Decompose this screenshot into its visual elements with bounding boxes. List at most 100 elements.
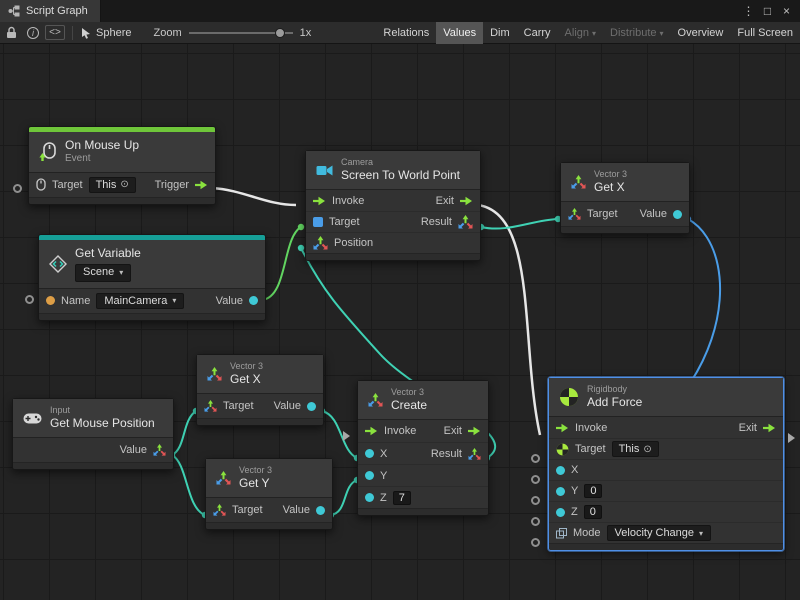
node-kind: Vector 3 bbox=[239, 465, 272, 476]
port-y[interactable] bbox=[556, 487, 565, 496]
port-z[interactable] bbox=[556, 508, 565, 517]
node-header[interactable]: Get Variable Scene ▾ bbox=[39, 240, 265, 288]
lock-button[interactable] bbox=[0, 22, 22, 44]
mode-dropdown[interactable]: Velocity Change ▾ bbox=[607, 525, 712, 541]
full-screen-button[interactable]: Full Screen bbox=[730, 22, 800, 44]
carry-button[interactable]: Carry bbox=[517, 22, 558, 44]
node-header[interactable]: On Mouse Up Event bbox=[29, 132, 215, 172]
flow-out-icon[interactable] bbox=[468, 426, 481, 436]
port-z[interactable] bbox=[365, 493, 374, 502]
node-subtitle: Event bbox=[65, 153, 139, 166]
flow-port-icon[interactable] bbox=[195, 180, 208, 190]
distribute-button[interactable]: Distribute ▾ bbox=[603, 22, 670, 44]
values-button[interactable]: Values bbox=[436, 22, 483, 44]
flow-out-icon[interactable] bbox=[763, 423, 776, 433]
node-header[interactable]: Vector 3 Get X bbox=[561, 163, 689, 201]
selected-object[interactable]: Sphere bbox=[79, 27, 139, 39]
value-label: Value bbox=[274, 400, 301, 412]
flow-in-icon[interactable] bbox=[365, 426, 378, 436]
port-addforce-exit-out[interactable] bbox=[788, 433, 795, 443]
port-addforce-mode-in[interactable] bbox=[531, 538, 540, 547]
vector3-icon[interactable] bbox=[313, 236, 328, 250]
port-addforce-y-in[interactable] bbox=[531, 496, 540, 505]
node-create-vector3[interactable]: Vector 3 Create Invoke Exit X Result bbox=[357, 380, 489, 516]
port-name[interactable] bbox=[46, 296, 55, 305]
window-menu-button[interactable]: ⋮ bbox=[740, 0, 757, 22]
mode-icon[interactable] bbox=[556, 528, 567, 539]
port-getvariable-input[interactable] bbox=[25, 295, 34, 304]
node-kind: Camera bbox=[341, 157, 460, 168]
window-close-button[interactable]: × bbox=[778, 0, 795, 22]
node-get-x-mid[interactable]: Vector 3 Get X Target Value bbox=[196, 354, 324, 426]
y-value-field[interactable]: 0 bbox=[584, 484, 602, 498]
node-footer bbox=[13, 462, 173, 469]
graph-toolbar: i <> Sphere Zoom 1x Relations Values Dim… bbox=[0, 22, 800, 44]
relations-button[interactable]: Relations bbox=[376, 22, 436, 44]
node-header[interactable]: Rigidbody Add Force bbox=[549, 378, 783, 416]
zoom-slider-handle[interactable] bbox=[275, 28, 285, 38]
info-button[interactable]: i bbox=[22, 22, 44, 44]
vector3-icon bbox=[216, 471, 231, 485]
node-get-x-top[interactable]: Vector 3 Get X Target Value bbox=[560, 162, 690, 234]
code-view-button[interactable]: <> bbox=[44, 22, 66, 44]
value-label: Value bbox=[120, 444, 147, 456]
align-button[interactable]: Align ▾ bbox=[558, 22, 603, 44]
rigidbody-port-icon[interactable] bbox=[556, 443, 569, 456]
node-get-mouse-position[interactable]: Input Get Mouse Position Value bbox=[12, 398, 174, 470]
chevron-down-icon: ▾ bbox=[592, 29, 596, 38]
port-x[interactable] bbox=[365, 449, 374, 458]
port-value[interactable] bbox=[307, 402, 316, 411]
variable-name-dropdown[interactable]: MainCamera ▾ bbox=[96, 293, 184, 309]
y-label: Y bbox=[380, 470, 387, 482]
overview-button[interactable]: Overview bbox=[671, 22, 731, 44]
zoom-slider[interactable] bbox=[189, 32, 293, 34]
scope-dropdown[interactable]: Scene ▾ bbox=[75, 264, 131, 282]
port-addforce-z-in[interactable] bbox=[531, 517, 540, 526]
port-value[interactable] bbox=[673, 210, 682, 219]
z-value-field[interactable]: 0 bbox=[584, 505, 602, 519]
node-kind: Vector 3 bbox=[230, 361, 263, 372]
flow-in-icon[interactable] bbox=[313, 196, 326, 206]
node-header[interactable]: Vector 3 Get X bbox=[197, 355, 323, 393]
vector3-icon[interactable] bbox=[213, 504, 226, 516]
gamepad-icon bbox=[23, 413, 42, 424]
node-on-mouse-up[interactable]: On Mouse Up Event Target This ⊙ Trigger bbox=[28, 126, 216, 205]
port-y[interactable] bbox=[365, 471, 374, 480]
object-port-icon[interactable] bbox=[313, 217, 323, 227]
vector3-icon[interactable] bbox=[458, 215, 473, 229]
node-header[interactable]: Input Get Mouse Position bbox=[13, 399, 173, 437]
port-value[interactable] bbox=[316, 506, 325, 515]
vector3-icon[interactable] bbox=[468, 448, 481, 460]
node-add-force[interactable]: Rigidbody Add Force Invoke Exit Target T… bbox=[548, 377, 784, 551]
node-get-y[interactable]: Vector 3 Get Y Target Value bbox=[205, 458, 333, 530]
node-header[interactable]: Vector 3 Get Y bbox=[206, 459, 332, 497]
window-maximize-button[interactable]: □ bbox=[759, 0, 776, 22]
exit-label: Exit bbox=[436, 195, 454, 207]
this-chip-label: This bbox=[96, 179, 117, 191]
flow-in-icon[interactable] bbox=[556, 423, 569, 433]
node-get-variable[interactable]: Get Variable Scene ▾ Name MainCamera ▾ V… bbox=[38, 234, 266, 321]
port-addforce-target-in[interactable] bbox=[531, 454, 540, 463]
align-label: Align bbox=[565, 27, 589, 39]
this-chip[interactable]: This ⊙ bbox=[612, 441, 659, 457]
z-value-field[interactable]: 7 bbox=[393, 491, 411, 505]
flow-out-icon[interactable] bbox=[460, 196, 473, 206]
node-header[interactable]: Vector 3 Create bbox=[358, 381, 488, 419]
this-chip[interactable]: This ⊙ bbox=[89, 177, 136, 193]
port-x[interactable] bbox=[556, 466, 565, 475]
tab-title: Script Graph bbox=[26, 5, 88, 17]
tab-script-graph[interactable]: Script Graph bbox=[0, 0, 101, 22]
dim-button[interactable]: Dim bbox=[483, 22, 517, 44]
vector3-icon[interactable] bbox=[153, 444, 166, 456]
vector3-icon[interactable] bbox=[568, 208, 581, 220]
vector3-icon[interactable] bbox=[204, 400, 217, 412]
port-value[interactable] bbox=[249, 296, 258, 305]
node-screen-to-world-point[interactable]: Camera Screen To World Point Invoke Exit… bbox=[305, 150, 481, 261]
port-create-invoke-in[interactable] bbox=[343, 431, 350, 441]
invoke-label: Invoke bbox=[575, 422, 607, 434]
this-chip-label: This bbox=[619, 443, 640, 455]
port-mouseup-input[interactable] bbox=[13, 184, 22, 193]
node-header[interactable]: Camera Screen To World Point bbox=[306, 151, 480, 189]
port-addforce-x-in[interactable] bbox=[531, 475, 540, 484]
node-footer bbox=[39, 313, 265, 320]
